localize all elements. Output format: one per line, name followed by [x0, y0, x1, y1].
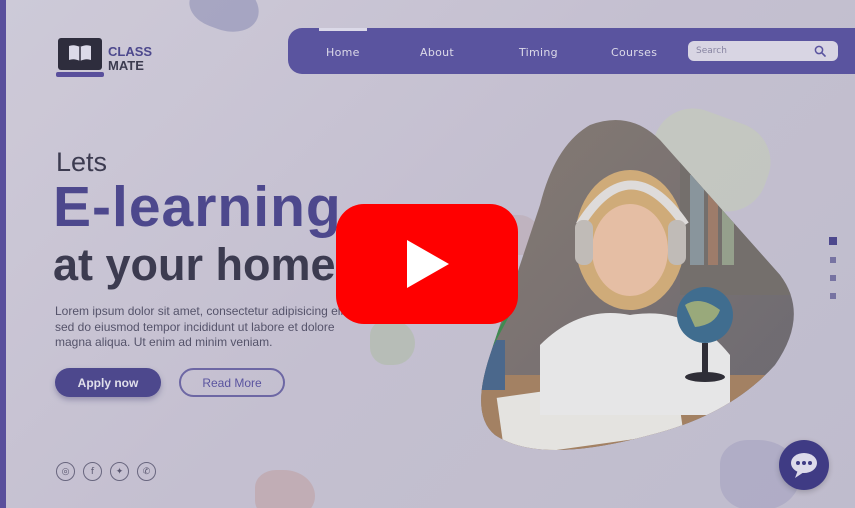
hero-eyebrow: Lets — [56, 147, 108, 177]
slider-dot[interactable] — [830, 275, 836, 281]
top-navigation-bar: Home About Timing Courses — [288, 28, 855, 74]
nav-item-home[interactable]: Home — [319, 28, 367, 74]
chat-bubble-icon — [791, 453, 817, 478]
brand-name-line1: CLASS — [108, 44, 153, 59]
social-links: ◎ f ✦ ✆ — [56, 462, 156, 481]
search-input[interactable] — [696, 44, 806, 58]
hero-headline: E-learning — [53, 175, 342, 239]
twitter-icon[interactable]: ✦ — [110, 462, 129, 481]
hero-description: Lorem ipsum dolor sit amet, consectetur … — [55, 304, 350, 349]
read-more-button[interactable]: Read More — [179, 368, 285, 397]
laptop-book-icon — [56, 38, 104, 80]
nav-item-timing[interactable]: Timing — [519, 28, 558, 74]
whatsapp-icon[interactable]: ✆ — [137, 462, 156, 481]
youtube-play-button[interactable] — [336, 204, 518, 324]
slider-dot[interactable] — [829, 237, 837, 245]
youtube-play-icon — [407, 240, 449, 288]
search-box — [688, 41, 838, 61]
hero-photo-girl-with-globe — [481, 120, 794, 450]
slider-dot[interactable] — [830, 257, 836, 263]
nav-item-about[interactable]: About — [420, 28, 454, 74]
brand-name: CLASS MATE — [108, 45, 152, 73]
left-accent-stripe — [0, 0, 6, 508]
facebook-icon[interactable]: f — [83, 462, 102, 481]
decorative-blob — [370, 320, 415, 365]
slider-dot[interactable] — [830, 293, 836, 299]
nav-item-courses[interactable]: Courses — [611, 28, 657, 74]
apply-now-button[interactable]: Apply now — [55, 368, 161, 397]
search-icon[interactable] — [814, 45, 826, 57]
slider-pagination — [829, 237, 837, 311]
brand-logo[interactable]: CLASS MATE — [56, 38, 152, 80]
hero-subheadline: at your home — [53, 239, 336, 290]
brand-name-line2: MATE — [108, 58, 144, 73]
chat-button[interactable] — [779, 440, 829, 490]
instagram-icon[interactable]: ◎ — [56, 462, 75, 481]
